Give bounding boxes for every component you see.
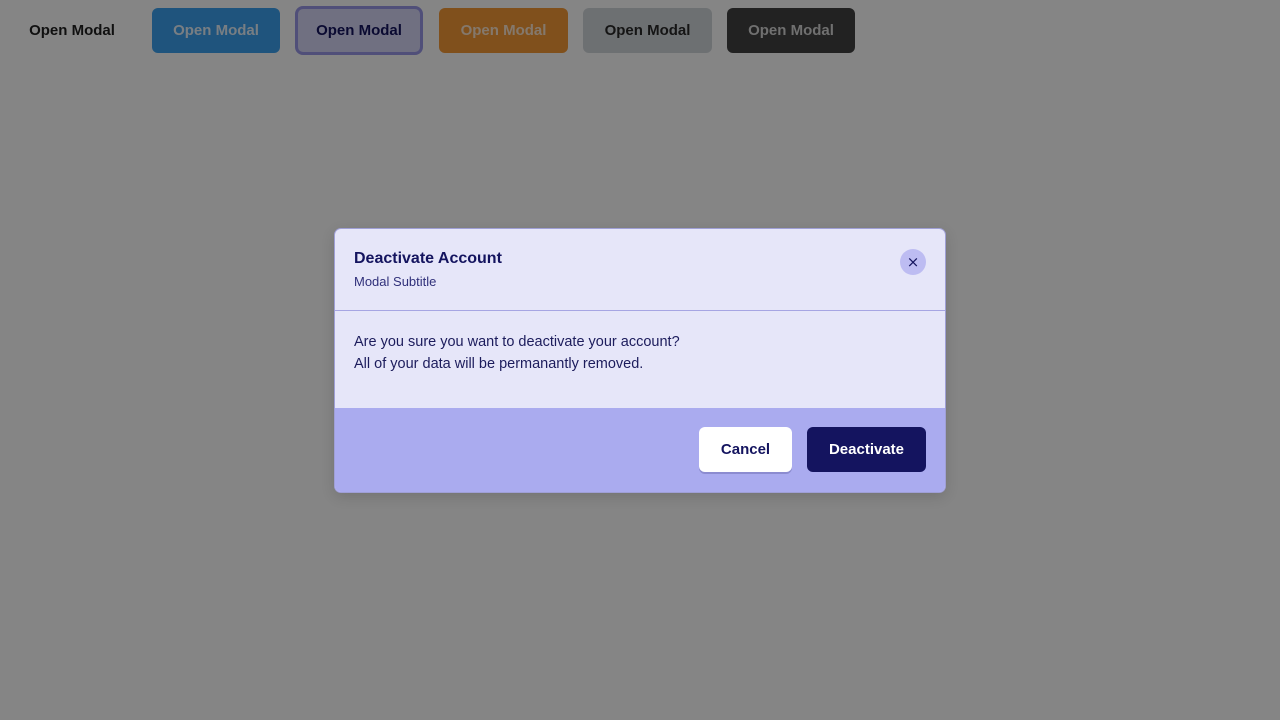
modal-header: Deactivate Account Modal Subtitle × (335, 229, 945, 311)
modal-footer: Cancel Deactivate (335, 408, 945, 492)
close-button[interactable]: × (900, 249, 926, 275)
close-icon: × (906, 253, 920, 271)
modal-body: Are you sure you want to deactivate your… (354, 331, 680, 375)
deactivate-button[interactable]: Deactivate (807, 427, 926, 472)
modal-subtitle: Modal Subtitle (354, 274, 437, 289)
cancel-button[interactable]: Cancel (699, 427, 792, 472)
modal-body-line: All of your data will be permanantly rem… (354, 356, 644, 372)
deactivate-account-modal: Deactivate Account Modal Subtitle × Are … (335, 229, 945, 492)
modal-title: Deactivate Account (354, 250, 502, 267)
modal-body-line: Are you sure you want to deactivate your… (354, 334, 680, 350)
